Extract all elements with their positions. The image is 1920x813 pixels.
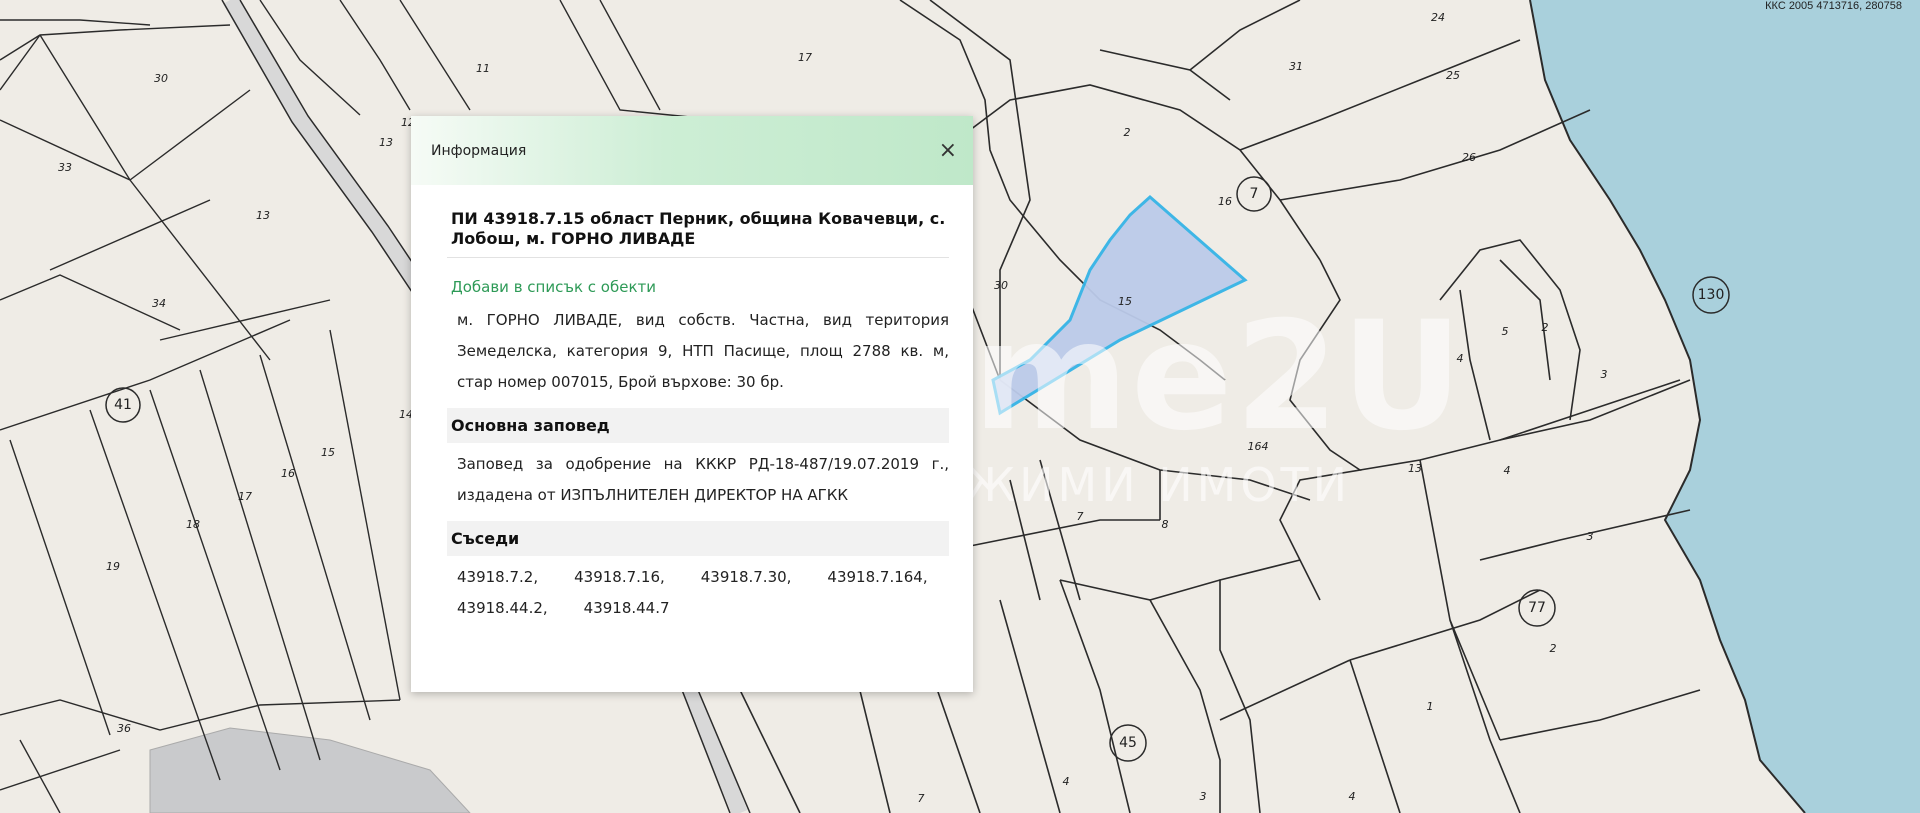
plot-label: 16 bbox=[281, 467, 295, 480]
neighbor-item[interactable]: 43918.7.2, bbox=[457, 562, 538, 593]
circle-number: 77 bbox=[1528, 600, 1546, 616]
plot-label: 15 bbox=[1118, 295, 1132, 308]
plot-label: 2 bbox=[1542, 321, 1549, 334]
add-to-list-link[interactable]: Добави в списък с обекти bbox=[451, 278, 949, 296]
plot-label: 19 bbox=[106, 560, 120, 573]
plot-label: 1 bbox=[1427, 700, 1434, 713]
info-popup: Информация × ПИ 43918.7.15 област Перник… bbox=[411, 116, 973, 692]
close-icon[interactable]: × bbox=[939, 139, 957, 162]
plot-label: 8 bbox=[1162, 518, 1169, 531]
plot-label: 17 bbox=[798, 51, 812, 64]
coordinate-readout: ККС 2005 4713716, 280758 bbox=[1765, 0, 1902, 12]
circle-number: 7 bbox=[1250, 186, 1259, 202]
plot-label: 25 bbox=[1446, 69, 1460, 82]
plot-label: 7 bbox=[1077, 510, 1084, 523]
neighbors-section-title: Съседи bbox=[447, 521, 949, 556]
plot-label: 4 bbox=[1457, 352, 1464, 365]
circle-number: 45 bbox=[1119, 735, 1137, 751]
plot-label: 2 bbox=[1124, 126, 1131, 139]
neighbor-item[interactable]: 43918.7.16, bbox=[574, 562, 665, 593]
plot-label: 18 bbox=[186, 518, 200, 531]
parcel-description: м. ГОРНО ЛИВАДЕ, вид собств. Частна, вид… bbox=[457, 311, 949, 391]
plot-label: 2 bbox=[1550, 642, 1557, 655]
plot-label: 24 bbox=[1431, 11, 1445, 24]
plot-label: 33 bbox=[58, 161, 72, 174]
plot-label: 26 bbox=[1462, 151, 1476, 164]
plot-label: 17 bbox=[238, 490, 252, 503]
neighbor-item[interactable]: 43918.44.2, bbox=[457, 593, 548, 624]
plot-label: 3 bbox=[1200, 790, 1207, 803]
plot-label: 3 bbox=[1601, 368, 1608, 381]
grey-area bbox=[149, 727, 471, 813]
plot-label: 11 bbox=[476, 62, 490, 75]
popup-title: Информация bbox=[431, 142, 527, 159]
neighbor-item[interactable]: 43918.7.30, bbox=[701, 562, 792, 593]
parcel-heading: ПИ 43918.7.15 област Перник, община Кова… bbox=[447, 199, 949, 258]
neighbor-item[interactable]: 43918.7.164, bbox=[827, 562, 927, 593]
road bbox=[682, 686, 748, 813]
circle-number: 130 bbox=[1698, 287, 1725, 303]
plot-label: 5 bbox=[1502, 325, 1509, 338]
plot-label: 13 bbox=[379, 136, 393, 149]
plot-label: 164 bbox=[1248, 440, 1269, 453]
popup-header: Информация × bbox=[411, 116, 973, 185]
neighbors-list: 43918.7.2, 43918.7.16, 43918.7.30, 43918… bbox=[457, 562, 949, 624]
plot-label: 31 bbox=[1289, 60, 1303, 73]
plot-label: 4 bbox=[1349, 790, 1356, 803]
neighbor-item[interactable]: 43918.44.7 bbox=[584, 593, 670, 624]
plot-label: 4 bbox=[1504, 464, 1511, 477]
plot-label: 13 bbox=[256, 209, 270, 222]
order-section-title: Основна заповед bbox=[447, 408, 949, 443]
popup-body: ПИ 43918.7.15 област Перник, община Кова… bbox=[411, 185, 973, 624]
plot-label: 7 bbox=[918, 792, 925, 805]
plot-label: 4 bbox=[1063, 775, 1070, 788]
plot-label: 30 bbox=[154, 72, 168, 85]
plot-label: 13 bbox=[1408, 462, 1422, 475]
order-text: Заповед за одобрение на КККР РД-18-487/1… bbox=[457, 455, 949, 504]
water-area bbox=[1530, 0, 1920, 813]
plot-label: 30 bbox=[994, 279, 1008, 292]
plot-label: 16 bbox=[1218, 195, 1232, 208]
circle-number: 41 bbox=[114, 397, 132, 413]
plot-label: 3 bbox=[1587, 530, 1594, 543]
road-edge bbox=[239, 0, 429, 287]
plot-label: 36 bbox=[117, 722, 131, 735]
plot-label: 15 bbox=[321, 446, 335, 459]
plot-label: 34 bbox=[152, 297, 166, 310]
